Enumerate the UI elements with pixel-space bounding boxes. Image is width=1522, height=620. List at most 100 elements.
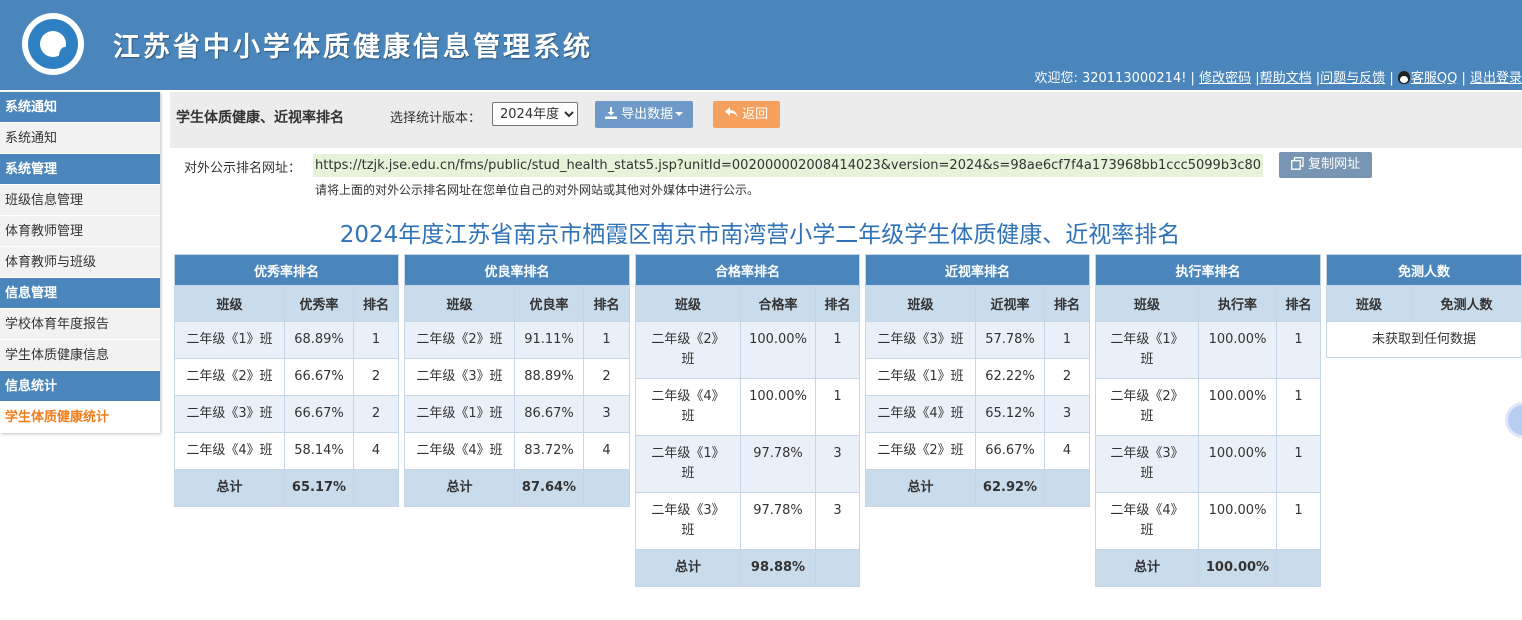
rank-cell: 1 [1276,378,1321,436]
class-cell: 二年级《3》班 [635,492,741,550]
table-row: 二年级《3》班 57.78% 1 [865,321,1090,359]
table-row: 二年级《1》班 68.89% 1 [174,321,399,359]
sidebar-item-class-info[interactable]: 班级信息管理 [0,185,160,216]
export-data-label: 导出数据 [621,107,674,122]
rate-cell: 100.00% [1198,492,1277,550]
total-row: 总计 100.00% [1095,549,1321,587]
table-row: 二年级《4》班 58.14% 4 [174,432,399,470]
rank-cell: 2 [1044,358,1090,396]
page-title: 学生体质健康、近视率排名 [176,110,344,126]
version-select[interactable]: 2024年度 [492,102,578,126]
class-cell: 二年级《3》班 [174,395,285,433]
total-value: 65.17% [284,469,354,507]
sidebar: 系统通知 系统通知 系统管理 班级信息管理 体育教师管理 体育教师与班级 信息管… [0,92,160,433]
rate-cell: 66.67% [975,432,1045,470]
table-row: 二年级《2》班 66.67% 4 [865,432,1090,470]
rate-cell: 68.89% [284,321,354,359]
version-label: 选择统计版本： [390,111,482,126]
sidebar-section-notice[interactable]: 系统通知 [0,92,160,123]
back-button[interactable]: 返回 [713,101,781,128]
public-url-label: 对外公示排名网址： [184,161,302,176]
total-label: 总计 [865,469,976,507]
class-cell: 二年级《4》班 [1095,492,1199,550]
column-header: 班级 [1095,285,1199,322]
class-cell: 二年级《4》班 [404,432,515,470]
rank-cell: 2 [583,358,630,396]
sidebar-item-health-statistics[interactable]: 学生体质健康统计 [0,402,160,433]
change-password-link[interactable]: 修改密码 [1199,71,1251,86]
user-bar: 欢迎您: 320113000214! | 修改密码 |帮助文档 |问题与反馈 |… [1034,67,1522,86]
rank-cell: 4 [1044,432,1090,470]
total-row: 总计 62.92% [865,469,1090,507]
sidebar-item-student-health-info[interactable]: 学生体质健康信息 [0,340,160,371]
help-docs-link[interactable]: |帮助文档 [1255,71,1311,86]
table-row: 二年级《1》班 97.78% 3 [635,435,860,493]
rank-cell: 4 [583,432,630,470]
rate-cell: 91.11% [514,321,584,359]
class-cell: 二年级《2》班 [865,432,976,470]
support-qq-link[interactable]: 客服QQ [1411,71,1457,86]
toolbar: 学生体质健康、近视率排名 选择统计版本： 2024年度 导出数据 返回 [170,92,1522,148]
feedback-link[interactable]: |问题与反馈 [1316,71,1385,86]
table-row: 二年级《4》班 100.00% 1 [635,378,860,436]
rate-cell: 97.78% [740,492,816,550]
sidebar-item-teacher-class[interactable]: 体育教师与班级 [0,247,160,278]
table-row: 二年级《2》班 100.00% 1 [1095,378,1321,436]
sidebar-item-system-notice[interactable]: 系统通知 [0,123,160,154]
column-header: 免测人数 [1411,285,1522,322]
rate-cell: 100.00% [1198,435,1277,493]
table-row: 二年级《4》班 100.00% 1 [1095,492,1321,550]
public-url-note: 请将上面的对外公示排名网址在您单位自己的对外网站或其他对外媒体中进行公示。 [315,183,760,197]
table-row: 二年级《3》班 97.78% 3 [635,492,860,550]
table-caption: 优秀率排名 [174,254,399,286]
sidebar-section-info-management[interactable]: 信息管理 [0,278,160,309]
table-row: 二年级《4》班 83.72% 4 [404,432,630,470]
floating-action-button[interactable] [1505,402,1522,438]
class-cell: 二年级《2》班 [174,358,285,396]
table-caption: 执行率排名 [1095,254,1321,286]
export-data-button[interactable]: 导出数据 [595,101,694,128]
copy-url-button[interactable]: 复制网址 [1279,152,1373,178]
rank-cell: 1 [1276,321,1321,379]
sidebar-section-system-management[interactable]: 系统管理 [0,154,160,185]
class-cell: 二年级《1》班 [174,321,285,359]
rate-cell: 83.72% [514,432,584,470]
ranking-title: 2024年度江苏省南京市栖霞区南京市南湾营小学二年级学生体质健康、近视率排名 [339,222,1181,248]
rate-cell: 65.12% [975,395,1045,433]
total-value: 100.00% [1198,549,1277,587]
sidebar-item-annual-report[interactable]: 学校体育年度报告 [0,309,160,340]
column-header: 合格率 [740,285,816,322]
excellent-rate-table: 优秀率排名 班级 优秀率 排名 二年级《1》班 68.89% 1 二年级《2》班 66… [174,254,399,507]
total-label: 总计 [174,469,285,507]
table-row: 二年级《2》班 100.00% 1 [635,321,860,379]
rank-cell: 3 [815,492,860,550]
column-header: 近视率 [975,285,1045,322]
sidebar-item-pe-teachers[interactable]: 体育教师管理 [0,216,160,247]
class-cell: 二年级《3》班 [865,321,976,359]
class-cell: 二年级《2》班 [1095,378,1199,436]
class-cell: 二年级《2》班 [404,321,515,359]
myopia-rate-table: 近视率排名 班级 近视率 排名 二年级《3》班 57.78% 1 二年级《1》班 62… [865,254,1090,507]
public-url-text[interactable]: https://tzjk.jse.edu.cn/fms/public/stud_… [313,154,1264,177]
rate-cell: 100.00% [740,378,816,436]
column-header: 排名 [1276,285,1321,322]
logout-link[interactable]: 退出登录 [1470,71,1522,86]
table-row: 二年级《2》班 91.11% 1 [404,321,630,359]
class-cell: 二年级《3》班 [1095,435,1199,493]
column-header: 排名 [353,285,399,322]
column-header: 班级 [1326,285,1412,322]
rank-cell: 1 [815,378,860,436]
welcome-text: 欢迎您: 320113000214! | [1034,71,1195,86]
sidebar-section-statistics[interactable]: 信息统计 [0,371,160,402]
good-rate-table: 优良率排名 班级 优良率 排名 二年级《2》班 91.11% 1 二年级《3》班 88… [404,254,630,507]
rank-cell: 1 [353,321,399,359]
rate-cell: 88.89% [514,358,584,396]
rate-cell: 62.22% [975,358,1045,396]
system-logo-icon [22,13,84,75]
table-row: 二年级《3》班 66.67% 2 [174,395,399,433]
column-header: 优良率 [514,285,584,322]
rate-cell: 100.00% [740,321,816,379]
back-label: 返回 [742,107,769,122]
rate-cell: 66.67% [284,358,354,396]
class-cell: 二年级《1》班 [404,395,515,433]
